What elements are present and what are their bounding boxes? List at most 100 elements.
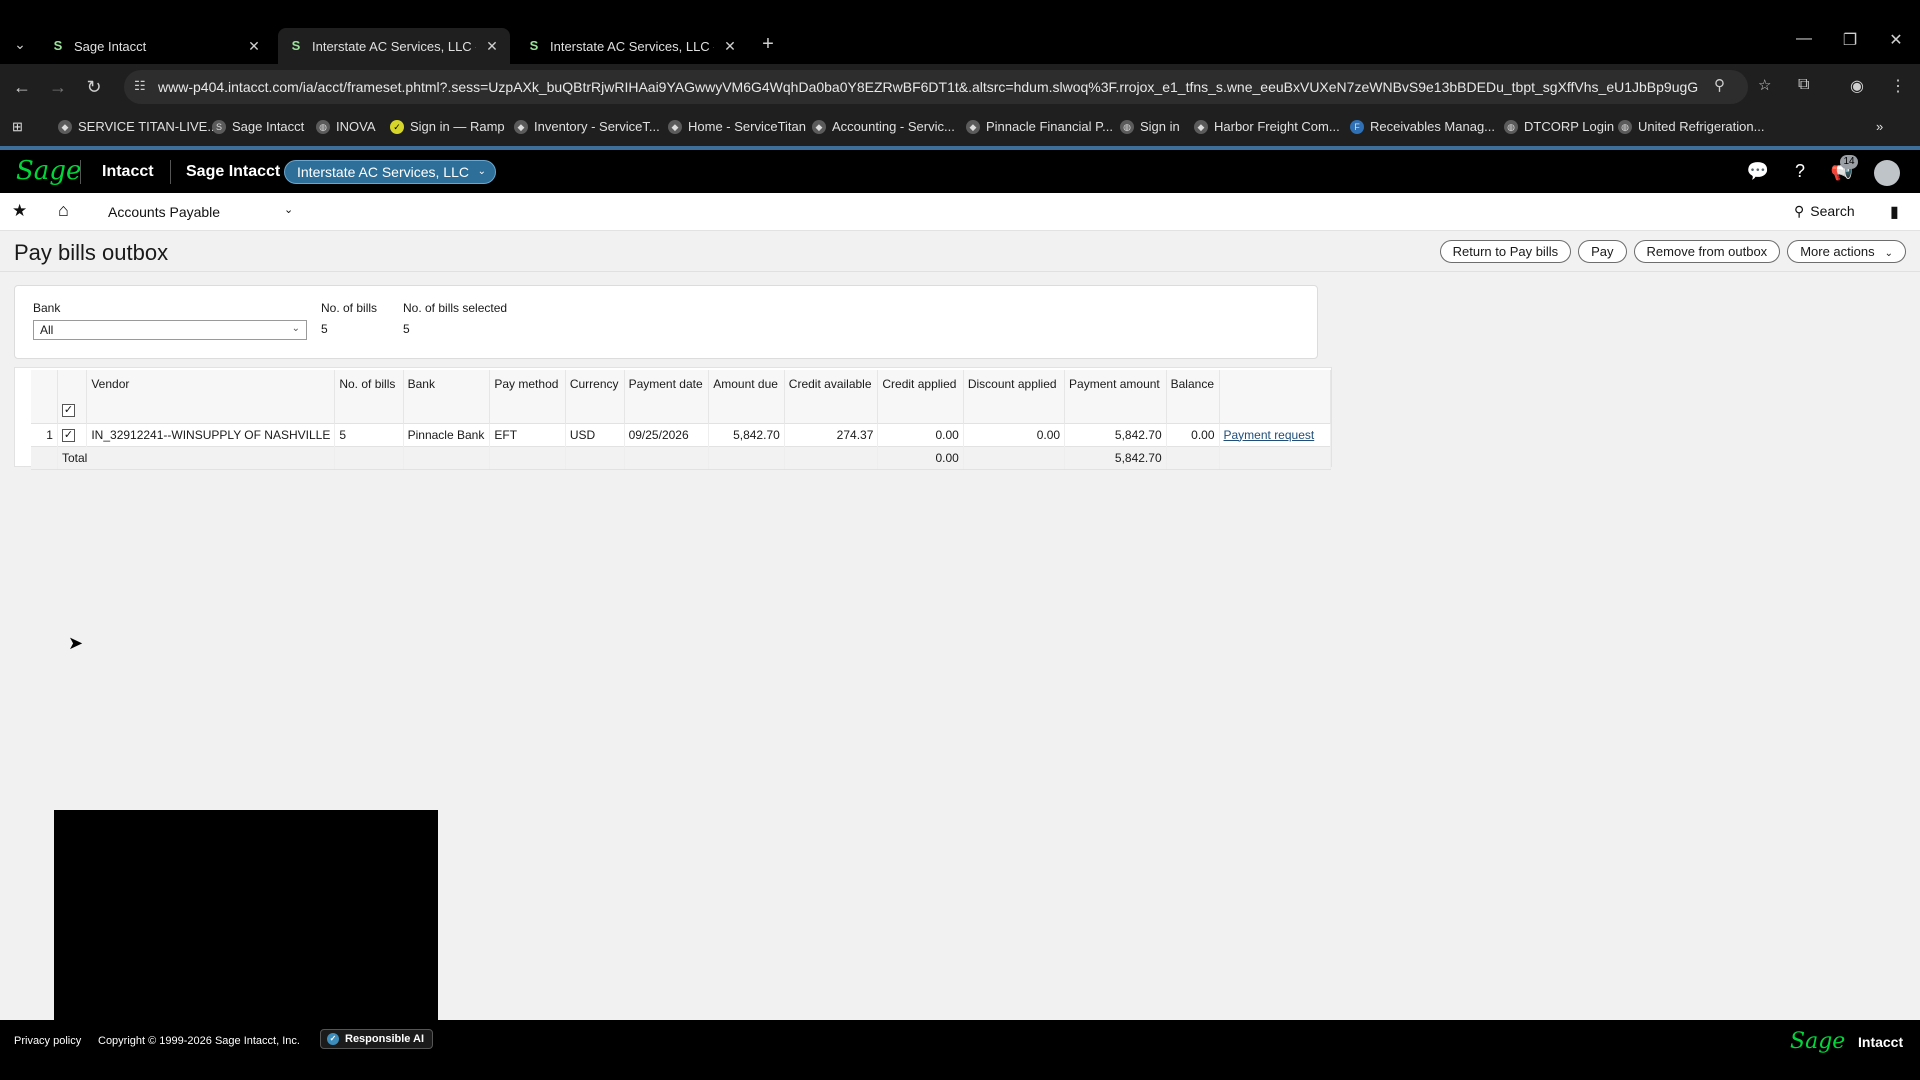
browser-toolbar: ← → ↻ ☷ www-p404.intacct.com/ia/acct/fra… [0,64,1920,110]
column-header-balance[interactable]: Balance [1166,370,1220,423]
row-checkbox[interactable]: ✓ [61,429,75,442]
more-bookmarks-icon[interactable]: » [1876,119,1883,134]
sage-favicon-icon: S [529,38,539,53]
bookmark-item[interactable]: ◆ SERVICE TITAN-LIVE... [58,119,218,134]
column-header-pay-method[interactable]: Pay method [489,370,566,423]
total-blank [624,445,710,470]
action-cell: Payment request [1219,422,1331,446]
overlay-panel [54,810,438,1020]
close-window-icon[interactable]: ✕ [1874,30,1918,50]
bookmark-item[interactable]: ◍ United Refrigeration... [1618,119,1764,134]
help-icon[interactable]: ? [1788,161,1812,182]
page-actions: Return to Pay bills Pay Remove from outb… [1439,240,1906,263]
discount-applied-cell: 0.00 [963,422,1066,446]
zoom-icon[interactable]: ⚲ [1714,76,1725,94]
divider [170,160,171,184]
site-info-icon[interactable]: ☷ [134,78,146,94]
tab-title: Interstate AC Services, LLC - Sa [550,38,714,54]
restore-icon[interactable]: ❐ [1828,30,1872,50]
chevron-down-icon: ⌄ [477,166,486,177]
bookmark-item[interactable]: ◆ Accounting - Servic... [812,119,955,134]
browser-menu-icon[interactable]: ⋮ [1890,76,1906,96]
return-to-pay-bills-button[interactable]: Return to Pay bills [1439,240,1572,263]
minimize-icon[interactable]: — [1782,30,1826,48]
bookmark-label: United Refrigeration... [1638,119,1765,134]
bank-label: Bank [33,301,61,315]
browser-tab-1[interactable]: S Sage Intacct ✕ [40,28,272,64]
extensions-icon[interactable]: ⧉ [1798,76,1809,94]
responsible-ai-badge[interactable]: ✓ Responsible AI [320,1029,434,1049]
module-name[interactable]: Accounts Payable [108,204,220,220]
bookmark-label: Harbor Freight Com... [1214,119,1340,134]
bills-grid-panel: ✓ Vendor No. of bills Bank Pay method Cu… [14,367,1332,470]
bookmark-item[interactable]: ◆ Home - ServiceTitan [668,119,806,134]
bookmark-item[interactable]: ◆ Harbor Freight Com... [1194,119,1340,134]
footer-sage-logo: Sage [1790,1029,1846,1054]
column-header-payment-date[interactable]: Payment date [624,370,710,423]
column-header-bills[interactable]: No. of bills [334,370,404,423]
avatar[interactable] [1874,160,1900,186]
bank-select[interactable]: All ⌄ [33,320,307,340]
tab-search-icon[interactable]: ⌄ [8,32,32,56]
entity-selector[interactable]: Interstate AC Services, LLC ⌄ [284,160,496,184]
credit-applied-cell: 0.00 [877,422,964,446]
bookmark-label: Inventory - ServiceT... [534,119,660,134]
browser-tab-2[interactable]: S Interstate AC Services, LLC - Sa ✕ [278,28,510,64]
bookmark-item[interactable]: ◆ Pinnacle Financial P... [966,119,1113,134]
pay-button[interactable]: Pay [1578,240,1627,263]
close-tab-icon[interactable]: ✕ [722,38,738,55]
remove-from-outbox-button[interactable]: Remove from outbox [1633,240,1781,263]
column-header-amount-due[interactable]: Amount due [708,370,785,423]
tab-title: Interstate AC Services, LLC - Sa [312,38,476,54]
favorites-star-icon[interactable]: ★ [12,201,27,221]
sage-logo[interactable]: Sage [16,156,81,186]
address-bar[interactable]: ☷ www-p404.intacct.com/ia/acct/frameset.… [124,70,1771,104]
bookmark-label: Receivables Manag... [1370,119,1496,134]
home-icon[interactable]: ⌂ [58,200,69,221]
payment-amount-cell: 5,842.70 [1064,422,1167,446]
close-tab-icon[interactable]: ✕ [246,38,262,55]
search-button[interactable]: ⚲ Search [1794,203,1855,220]
column-header-discount-applied[interactable]: Discount applied [963,370,1066,423]
bookmark-item[interactable]: ◍ DTCORP Login [1504,119,1614,134]
product-label: Intacct [102,163,154,180]
privacy-policy-link[interactable]: Privacy policy [14,1035,81,1047]
bookmark-item[interactable]: ◍ INOVA [316,119,376,134]
bookmark-item[interactable]: F Receivables Manag... [1350,119,1495,134]
profile-icon[interactable]: ◉ [1850,76,1864,96]
bank-select-value: All [40,323,54,337]
bookmark-star-icon[interactable]: ☆ [1758,76,1771,94]
close-tab-icon[interactable]: ✕ [484,38,500,55]
column-header-currency[interactable]: Currency [565,370,625,423]
column-header-vendor[interactable]: Vendor [86,370,336,423]
tab-title: Sage Intacct [74,38,147,54]
back-icon[interactable]: ← [10,75,34,99]
column-header-payment-amount[interactable]: Payment amount [1064,370,1167,423]
bookmark-item[interactable]: ◍ Sign in [1120,119,1180,134]
bookmark-item[interactable]: ◆ Inventory - ServiceT... [514,119,660,134]
apps-icon[interactable]: ⊞ [12,119,23,135]
column-header-credit-available[interactable]: Credit available [784,370,879,423]
app-header: Sage Intacct Sage Intacct Interstate AC … [0,150,1920,193]
currency-cell: USD [565,422,625,446]
column-header-bank[interactable]: Bank [403,370,491,423]
payment-request-link[interactable]: Payment request [1224,428,1315,442]
product-name: Sage Intacct [186,163,281,180]
url-text[interactable]: www-p404.intacct.com/ia/acct/frameset.ph… [158,79,1698,95]
select-all-checkbox[interactable]: ✓ [61,403,75,417]
total-label: Total [57,445,336,470]
forward-icon[interactable]: → [46,75,70,99]
table-row[interactable]: 1 ✓ IN_32912241--WINSUPPLY OF NASHVILLE … [31,422,1331,446]
chevron-down-icon[interactable]: ⌄ [284,203,293,216]
total-blank [31,445,58,470]
column-header-credit-applied[interactable]: Credit applied [877,370,964,423]
more-actions-button[interactable]: More actions ⌄ [1787,240,1906,263]
bookmark-icon[interactable]: ▮ [1890,202,1899,222]
entity-name: Interstate AC Services, LLC [297,164,469,180]
browser-tab-3[interactable]: S Interstate AC Services, LLC - Sa ✕ [516,28,748,64]
bookmark-item[interactable]: S Sage Intacct [212,119,304,134]
reload-icon[interactable]: ↻ [82,75,106,99]
chat-icon[interactable]: 💬 [1746,161,1770,182]
new-tab-icon[interactable]: + [756,32,780,56]
bookmark-item[interactable]: ✓ Sign in — Ramp [390,119,505,134]
